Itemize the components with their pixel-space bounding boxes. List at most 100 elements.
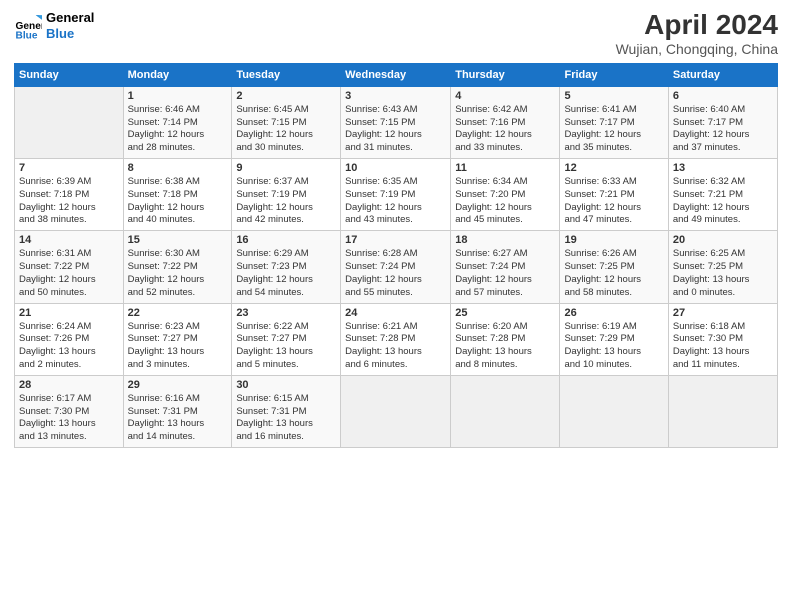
- day-number: 19: [564, 234, 663, 246]
- calendar-cell: 14 Sunrise: 6:31 AMSunset: 7:22 PMDayligh…: [15, 231, 124, 303]
- day-number: 13: [673, 162, 773, 174]
- day-info: Sunrise: 6:22 AMSunset: 7:27 PMDaylight:…: [236, 321, 336, 372]
- calendar-cell: 21Sunrise: 6:24 AMSunset: 7:26 PMDayligh…: [15, 303, 124, 375]
- day-info: Sunrise: 6:43 AMSunset: 7:15 PMDaylight:…: [345, 104, 446, 155]
- day-number: 12: [564, 162, 663, 174]
- day-info: Sunrise: 6:46 AMSunset: 7:14 PMDaylight:…: [128, 104, 228, 155]
- day-info: Sunrise: 6:15 AMSunset: 7:31 PMDaylight:…: [236, 393, 336, 444]
- calendar-cell: 16 Sunrise: 6:29 AMSunset: 7:23 PMDayligh…: [232, 231, 341, 303]
- calendar-cell: 8Sunrise: 6:38 AMSunset: 7:18 PMDaylight…: [123, 159, 232, 231]
- main-title: April 2024: [616, 10, 778, 41]
- calendar-cell: [560, 375, 668, 447]
- page: General Blue General Blue April 2024 Wuj…: [0, 0, 792, 612]
- calendar-cell: 3 Sunrise: 6:43 AMSunset: 7:15 PMDaylight…: [341, 86, 451, 158]
- day-number: 3: [345, 90, 446, 102]
- day-info: Sunrise: 6:35 AMSunset: 7:19 PMDaylight:…: [345, 176, 446, 227]
- calendar-cell: 11 Sunrise: 6:34 AMSunset: 7:20 PMDayligh…: [451, 159, 560, 231]
- day-number: 25: [455, 307, 555, 319]
- calendar-cell: 23 Sunrise: 6:22 AMSunset: 7:27 PMDayligh…: [232, 303, 341, 375]
- calendar-cell: 7 Sunrise: 6:39 AMSunset: 7:18 PMDaylight…: [15, 159, 124, 231]
- calendar-cell: 9 Sunrise: 6:37 AMSunset: 7:19 PMDaylight…: [232, 159, 341, 231]
- sub-title: Wujian, Chongqing, China: [616, 41, 778, 57]
- calendar-cell: 13Sunrise: 6:32 AMSunset: 7:21 PMDayligh…: [668, 159, 777, 231]
- calendar-cell: [668, 375, 777, 447]
- day-info: Sunrise: 6:16 AMSunset: 7:31 PMDaylight:…: [128, 393, 228, 444]
- col-saturday: Saturday: [668, 63, 777, 86]
- title-block: April 2024 Wujian, Chongqing, China: [616, 10, 778, 57]
- col-sunday: Sunday: [15, 63, 124, 86]
- day-number: 29: [128, 379, 228, 391]
- day-info: Sunrise: 6:31 AMSunset: 7:22 PMDaylight:…: [19, 248, 119, 299]
- calendar-table: Sunday Monday Tuesday Wednesday Thursday…: [14, 63, 778, 448]
- calendar-cell: 27Sunrise: 6:18 AMSunset: 7:30 PMDayligh…: [668, 303, 777, 375]
- day-number: 14: [19, 234, 119, 246]
- calendar-cell: 12 Sunrise: 6:33 AMSunset: 7:21 PMDayligh…: [560, 159, 668, 231]
- calendar-cell: [15, 86, 124, 158]
- col-friday: Friday: [560, 63, 668, 86]
- col-wednesday: Wednesday: [341, 63, 451, 86]
- day-info: Sunrise: 6:30 AMSunset: 7:22 PMDaylight:…: [128, 248, 228, 299]
- day-info: Sunrise: 6:23 AMSunset: 7:27 PMDaylight:…: [128, 321, 228, 372]
- day-number: 24: [345, 307, 446, 319]
- day-number: 6: [673, 90, 773, 102]
- day-info: Sunrise: 6:21 AMSunset: 7:28 PMDaylight:…: [345, 321, 446, 372]
- day-info: Sunrise: 6:28 AMSunset: 7:24 PMDaylight:…: [345, 248, 446, 299]
- calendar-cell: [451, 375, 560, 447]
- calendar-cell: 15 Sunrise: 6:30 AMSunset: 7:22 PMDayligh…: [123, 231, 232, 303]
- day-info: Sunrise: 6:40 AMSunset: 7:17 PMDaylight:…: [673, 104, 773, 155]
- logo-general: General: [46, 10, 94, 26]
- day-number: 15: [128, 234, 228, 246]
- day-info: Sunrise: 6:38 AMSunset: 7:18 PMDaylight:…: [128, 176, 228, 227]
- day-number: 1: [128, 90, 228, 102]
- day-info: Sunrise: 6:37 AMSunset: 7:19 PMDaylight:…: [236, 176, 336, 227]
- day-number: 11: [455, 162, 555, 174]
- day-info: Sunrise: 6:42 AMSunset: 7:16 PMDaylight:…: [455, 104, 555, 155]
- day-info: Sunrise: 6:27 AMSunset: 7:24 PMDaylight:…: [455, 248, 555, 299]
- calendar-cell: 20 Sunrise: 6:25 AMSunset: 7:25 PMDayligh…: [668, 231, 777, 303]
- col-tuesday: Tuesday: [232, 63, 341, 86]
- calendar-cell: 26Sunrise: 6:19 AMSunset: 7:29 PMDayligh…: [560, 303, 668, 375]
- day-number: 21: [19, 307, 119, 319]
- calendar-cell: 24 Sunrise: 6:21 AMSunset: 7:28 PMDayligh…: [341, 303, 451, 375]
- day-info: Sunrise: 6:19 AMSunset: 7:29 PMDaylight:…: [564, 321, 663, 372]
- col-thursday: Thursday: [451, 63, 560, 86]
- calendar-cell: 17Sunrise: 6:28 AMSunset: 7:24 PMDayligh…: [341, 231, 451, 303]
- calendar-cell: [341, 375, 451, 447]
- calendar-cell: 6 Sunrise: 6:40 AMSunset: 7:17 PMDaylight…: [668, 86, 777, 158]
- header: General Blue General Blue April 2024 Wuj…: [14, 10, 778, 57]
- calendar-cell: 4 Sunrise: 6:42 AMSunset: 7:16 PMDaylight…: [451, 86, 560, 158]
- day-number: 23: [236, 307, 336, 319]
- day-number: 7: [19, 162, 119, 174]
- calendar-cell: 1 Sunrise: 6:46 AMSunset: 7:14 PMDaylight…: [123, 86, 232, 158]
- day-number: 16: [236, 234, 336, 246]
- calendar-cell: 22 Sunrise: 6:23 AMSunset: 7:27 PMDayligh…: [123, 303, 232, 375]
- col-monday: Monday: [123, 63, 232, 86]
- calendar-cell: 10 Sunrise: 6:35 AMSunset: 7:19 PMDayligh…: [341, 159, 451, 231]
- calendar-cell: 25Sunrise: 6:20 AMSunset: 7:28 PMDayligh…: [451, 303, 560, 375]
- calendar-cell: 30 Sunrise: 6:15 AMSunset: 7:31 PMDayligh…: [232, 375, 341, 447]
- day-info: Sunrise: 6:25 AMSunset: 7:25 PMDaylight:…: [673, 248, 773, 299]
- day-info: Sunrise: 6:45 AMSunset: 7:15 PMDaylight:…: [236, 104, 336, 155]
- day-number: 28: [19, 379, 119, 391]
- day-info: Sunrise: 6:29 AMSunset: 7:23 PMDaylight:…: [236, 248, 336, 299]
- day-number: 30: [236, 379, 336, 391]
- day-number: 4: [455, 90, 555, 102]
- calendar-cell: 29 Sunrise: 6:16 AMSunset: 7:31 PMDayligh…: [123, 375, 232, 447]
- day-number: 2: [236, 90, 336, 102]
- day-number: 5: [564, 90, 663, 102]
- day-info: Sunrise: 6:34 AMSunset: 7:20 PMDaylight:…: [455, 176, 555, 227]
- logo: General Blue General Blue: [14, 10, 94, 41]
- day-info: Sunrise: 6:33 AMSunset: 7:21 PMDaylight:…: [564, 176, 663, 227]
- logo-icon: General Blue: [14, 12, 42, 40]
- day-info: Sunrise: 6:41 AMSunset: 7:17 PMDaylight:…: [564, 104, 663, 155]
- calendar-cell: 28 Sunrise: 6:17 AMSunset: 7:30 PMDayligh…: [15, 375, 124, 447]
- day-number: 9: [236, 162, 336, 174]
- day-info: Sunrise: 6:39 AMSunset: 7:18 PMDaylight:…: [19, 176, 119, 227]
- day-number: 22: [128, 307, 228, 319]
- svg-text:Blue: Blue: [16, 30, 38, 40]
- day-info: Sunrise: 6:18 AMSunset: 7:30 PMDaylight:…: [673, 321, 773, 372]
- calendar-cell: 2 Sunrise: 6:45 AMSunset: 7:15 PMDaylight…: [232, 86, 341, 158]
- day-number: 20: [673, 234, 773, 246]
- day-number: 10: [345, 162, 446, 174]
- day-info: Sunrise: 6:17 AMSunset: 7:30 PMDaylight:…: [19, 393, 119, 444]
